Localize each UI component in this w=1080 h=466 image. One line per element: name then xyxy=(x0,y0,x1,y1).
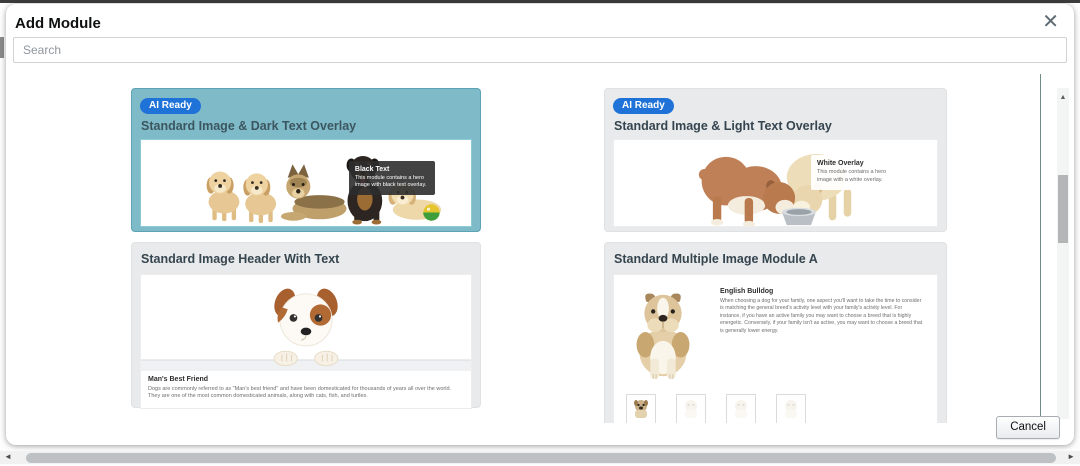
close-icon[interactable]: ✕ xyxy=(1042,12,1059,32)
page: Add Module ✕ AI Ready Standard Image & D… xyxy=(0,0,1080,466)
module-card-image-header-with-text[interactable]: Standard Image Header With Text Man's Be… xyxy=(131,242,481,410)
overlay-body: This module contains a hero image with a… xyxy=(817,169,887,184)
thumbnail-dog-image xyxy=(634,400,648,418)
overlay-body: This module contains a hero image with b… xyxy=(354,174,427,189)
horizontal-scrollbar[interactable]: ◄ ► xyxy=(0,451,1080,464)
thumbnail-dog-image xyxy=(785,400,797,418)
module-preview: Black Text This module contains a hero i… xyxy=(140,139,472,227)
module-card-title: Standard Image & Light Text Overlay xyxy=(614,119,832,133)
preview-heading: English Bulldog xyxy=(720,288,774,295)
horizontal-scrollbar-thumb[interactable] xyxy=(26,452,1056,463)
preview-heading: Man's Best Friend xyxy=(148,376,209,383)
add-module-dialog: Add Module ✕ AI Ready Standard Image & D… xyxy=(6,4,1074,445)
module-grid: AI Ready Standard Image & Dark Text Over… xyxy=(131,88,947,423)
module-preview: English Bulldog When choosing a dog for … xyxy=(613,274,938,423)
thumbnail[interactable] xyxy=(676,394,706,423)
jack-russell-image xyxy=(141,288,471,371)
module-card-multiple-image-a[interactable]: Standard Multiple Image Module A English… xyxy=(604,242,947,423)
ai-ready-badge: AI Ready xyxy=(613,98,674,114)
dialog-title: Add Module xyxy=(15,15,101,32)
module-card-dark-text-overlay[interactable]: AI Ready Standard Image & Dark Text Over… xyxy=(131,88,481,232)
thumbnail-selected[interactable] xyxy=(626,394,656,423)
module-card-title: Standard Image Header With Text xyxy=(141,252,340,266)
thumbnail[interactable] xyxy=(726,394,756,423)
preview-body: When choosing a dog for your family, one… xyxy=(720,297,923,334)
module-card-title: Standard Image & Dark Text Overlay xyxy=(141,119,357,133)
preview-text-section: English Bulldog When choosing a dog for … xyxy=(706,284,927,382)
preview-light-overlay: White Overlay This module contains a her… xyxy=(811,155,898,190)
cancel-button[interactable]: Cancel xyxy=(996,416,1060,439)
search-input[interactable] xyxy=(13,37,1067,63)
scroll-left-icon[interactable]: ◄ xyxy=(4,452,12,461)
overlay-title: White Overlay xyxy=(817,160,864,168)
module-card-light-text-overlay[interactable]: AI Ready Standard Image & Light Text Ove… xyxy=(604,88,947,232)
bulldog-image xyxy=(636,293,690,380)
thumbnail-dog-image xyxy=(685,400,697,418)
top-edge-strip xyxy=(0,0,1080,3)
vertical-scrollbar-thumb[interactable] xyxy=(1058,175,1068,243)
preview-body: Dogs are commonly referred to as "Man's … xyxy=(148,385,452,400)
content-edge-line xyxy=(1040,74,1041,423)
module-preview: White Overlay This module contains a her… xyxy=(613,139,938,227)
thumbnail-row xyxy=(626,394,927,423)
module-preview: Man's Best Friend Dogs are commonly refe… xyxy=(140,274,472,410)
module-list-scroll-area: AI Ready Standard Image & Dark Text Over… xyxy=(7,74,1073,423)
overlay-title: Black Text xyxy=(354,165,390,173)
vertical-scrollbar[interactable]: ▲ xyxy=(1057,88,1069,419)
thumbnail[interactable] xyxy=(776,394,806,423)
scroll-up-icon[interactable]: ▲ xyxy=(1057,88,1069,101)
background-edge-artifact xyxy=(0,37,4,58)
preview-dark-overlay: Black Text This module contains a hero i… xyxy=(348,160,435,195)
scroll-right-icon[interactable]: ► xyxy=(1067,452,1075,461)
ai-ready-badge: AI Ready xyxy=(140,98,201,114)
module-card-title: Standard Multiple Image Module A xyxy=(614,252,818,266)
preview-text-section: Man's Best Friend Dogs are commonly refe… xyxy=(141,371,471,409)
thumbnail-dog-image xyxy=(735,400,747,418)
